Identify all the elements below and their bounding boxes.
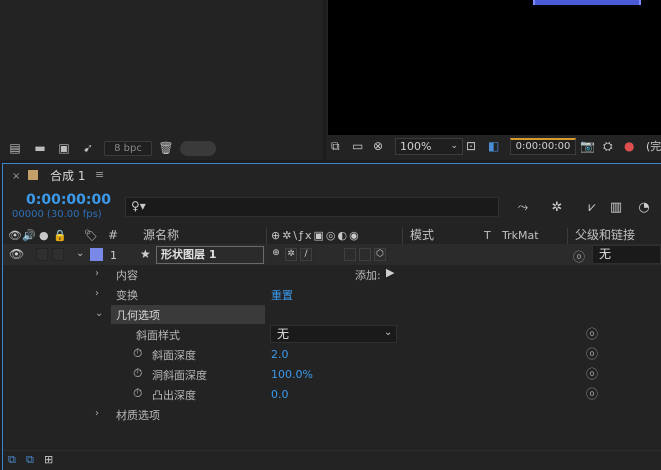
composition-viewer[interactable] [328,0,661,135]
composition-flowchart-icon[interactable]: ⤳ [513,199,533,217]
column-preserve-transparency[interactable]: T [484,228,491,243]
hole-bevel-depth-label: 洞斜面深度 [152,369,207,382]
frame-blending-icon[interactable]: ▥ [606,199,626,217]
collapse-switch-icon[interactable]: ✲ [285,248,297,261]
bevel-style-label: 斜面样式 [136,329,180,342]
quality-switch-icon[interactable]: / [300,248,312,261]
camera-snapshot-icon[interactable]: 📷 [580,139,595,154]
adjustment-switch[interactable] [344,248,356,261]
transparency-grid-icon[interactable]: ◧ [488,139,499,154]
hole-bevel-depth-value[interactable]: 100.0% [271,368,313,381]
3d-layer-cube-icon[interactable]: ⬡ [374,248,386,261]
add-play-icon[interactable]: ▶ [386,266,394,279]
transform-label: 变换 [116,289,138,302]
layer-name-field[interactable]: 形状图层 1 [156,246,264,264]
column-mode[interactable]: 模式 [410,228,434,243]
viewer-current-time[interactable]: 0:00:00:00 [510,138,576,155]
flowchart-icon[interactable]: ➹ [80,141,96,155]
tab-composition-title[interactable]: 合成 1 [50,167,85,184]
hole-bevel-depth-stopwatch-icon[interactable]: ⏱ [133,366,142,381]
extrusion-depth-label: 凸出深度 [152,389,196,402]
draft-3d-icon[interactable]: ✲ [547,199,567,217]
extrusion-depth-value[interactable]: 0.0 [271,388,289,401]
chevron-down-icon: ⌄ [450,141,458,151]
transfer-controls-toggle-icon[interactable]: ⧉ [26,453,34,467]
label-tag-icon[interactable]: 🏷 [84,229,98,243]
new-composition-icon[interactable]: ▣ [56,141,72,155]
motion-blur-icon[interactable]: ◔ [634,199,654,217]
trash-icon[interactable]: 🗑 [158,141,174,155]
layer-label-color[interactable] [90,248,103,261]
column-parent[interactable]: 父级和链接 [575,228,635,243]
layer-lock-switch[interactable] [52,248,64,261]
extrusion-depth-stopwatch-icon[interactable]: ⏱ [133,386,142,401]
vr-goggles-icon[interactable]: ⊗ [373,139,383,154]
bevel-depth-stopwatch-icon[interactable]: ⏱ [133,346,142,361]
audio-icon[interactable]: 🔊 [22,229,36,243]
extrusion-depth-pickwhip-icon[interactable]: ⓞ [586,385,598,402]
search-icon: ♀▾ [131,199,146,213]
channel-rgb-icon[interactable]: ● [624,139,634,154]
chevron-down-icon: ⌄ [384,327,393,338]
resolution-select[interactable]: (完 [646,138,661,154]
column-divider [567,228,568,244]
material-twirl-icon[interactable]: › [95,408,99,419]
column-source-name[interactable]: 源名称 [143,228,179,243]
in-out-toggle-icon[interactable]: ⊞ [44,453,53,466]
column-divider [266,228,267,244]
layer-solo-switch[interactable] [36,248,48,261]
transform-reset-link[interactable]: 重置 [271,287,293,303]
layer-switches-toggle-icon[interactable]: ⧉ [8,453,16,467]
project-panel [0,0,323,160]
layer-expand-chevron-icon[interactable]: ⌄ [76,248,84,259]
parent-select[interactable]: 无 [592,245,661,264]
bevel-depth-pickwhip-icon[interactable]: ⓞ [586,345,598,362]
frame-count-display: 00000 (30.00 fps) [12,209,102,220]
always-preview-icon[interactable]: ⧉ [331,139,340,154]
material-options-label: 材质选项 [116,409,160,422]
panel-menu-icon[interactable]: ≡ [95,168,104,181]
layer-search-input[interactable] [125,197,499,217]
bevel-style-pickwhip-icon[interactable]: ⓞ [586,325,598,342]
geometry-twirl-icon[interactable]: ⌄ [95,308,103,319]
column-track-matte[interactable]: TrkMat [502,228,539,243]
solo-icon[interactable]: ● [39,229,49,243]
tab-close-button[interactable]: × [12,171,20,182]
viewer-selection-bounds[interactable] [533,0,641,5]
zoom-value: 100% [400,140,432,153]
show-snapshot-icon[interactable]: ⛭ [603,139,613,154]
parent-pickwhip-icon[interactable]: ⓞ [573,248,585,265]
column-number: # [108,228,119,242]
thumbnail-slider[interactable] [180,141,216,156]
contents-twirl-icon[interactable]: › [95,268,99,279]
contents-label: 内容 [116,269,138,282]
layer-visibility-eye-icon[interactable]: 👁 [9,247,24,261]
bevel-depth-label: 斜面深度 [152,349,196,362]
bevel-depth-value[interactable]: 2.0 [271,348,289,361]
timeline-bottom-bar [3,450,661,470]
motion-blur-switch[interactable] [359,248,371,261]
shy-layers-icon[interactable]: ⩗ [582,199,602,217]
shy-switch-icon[interactable]: ⊕ [270,248,282,261]
magnification-select[interactable]: 100% ⌄ [395,138,463,155]
monitor-icon[interactable]: ▭ [352,139,363,154]
bevel-style-select[interactable]: 无 [270,325,397,343]
shape-layer-star-icon: ★ [140,247,151,261]
column-divider [402,228,403,244]
layer-number: 1 [110,249,117,262]
hole-bevel-depth-pickwhip-icon[interactable]: ⓞ [586,365,598,382]
composition-swatch [28,170,38,180]
video-eye-icon[interactable]: 👁 [8,229,22,243]
lock-icon[interactable]: 🔒 [53,229,67,243]
geometry-options-label[interactable]: 几何选项 [116,307,160,323]
transform-twirl-icon[interactable]: › [95,288,99,299]
new-folder-icon[interactable]: ▬ [32,141,48,155]
region-of-interest-icon[interactable]: ⊡ [466,139,476,154]
interpret-footage-icon[interactable]: ▤ [7,141,23,155]
current-time-display[interactable]: 0:00:00:00 [26,192,111,208]
add-label: 添加: [355,269,381,282]
layer-switches-icons[interactable]: ⊕✲\ƒx▣◎◐◉ [271,229,361,243]
bit-depth-button[interactable]: 8 bpc [104,141,152,156]
